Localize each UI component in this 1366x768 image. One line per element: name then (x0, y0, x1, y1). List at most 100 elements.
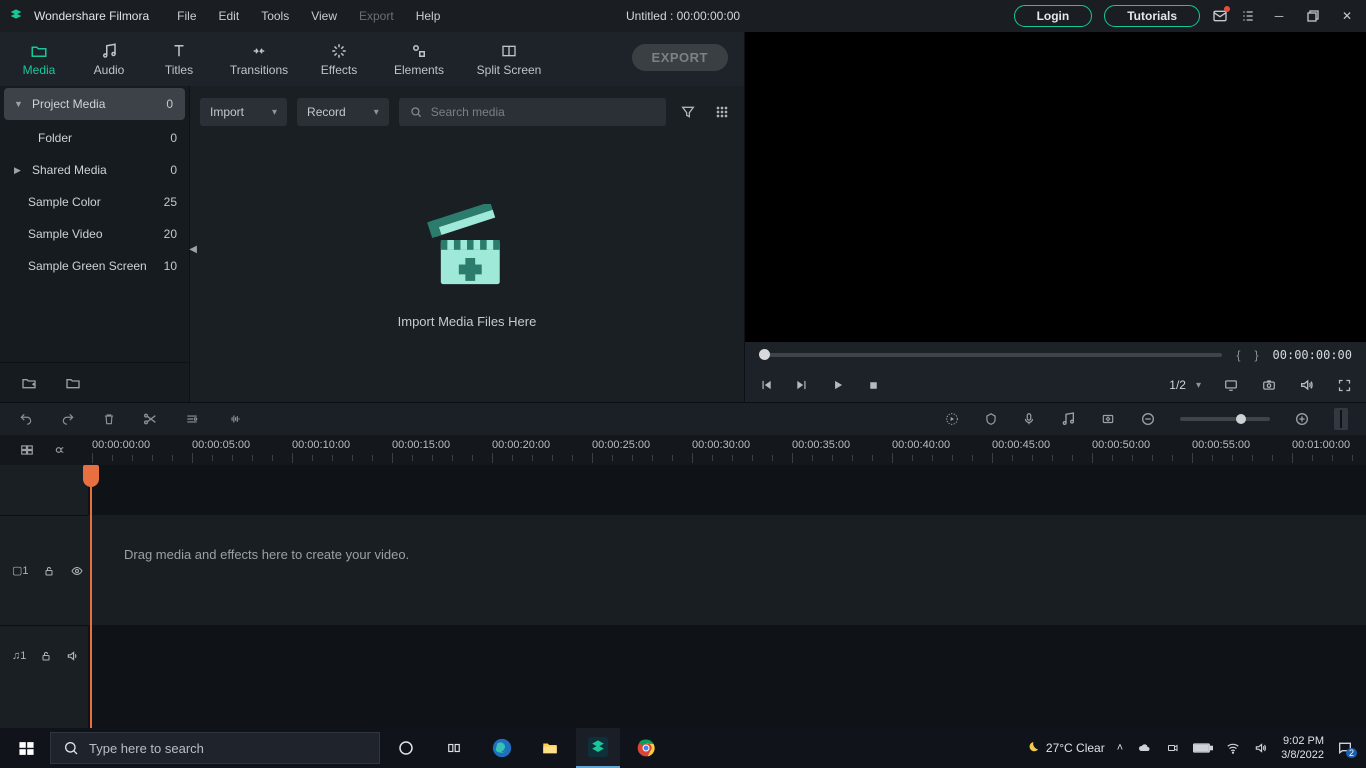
tab-titles[interactable]: Titles (144, 32, 214, 86)
tab-effects[interactable]: Effects (304, 32, 374, 86)
video-preview[interactable] (745, 32, 1366, 342)
tab-split-screen[interactable]: Split Screen (464, 32, 554, 86)
timeline-view-toggle[interactable] (1334, 408, 1348, 430)
preview-quality-dropdown[interactable]: 1/2 ▾ (1169, 378, 1201, 392)
sidebar-item-shared-media[interactable]: ▶ Shared Media 0 (0, 154, 189, 186)
tab-transitions[interactable]: Transitions (214, 32, 304, 86)
video-track-lane[interactable] (88, 515, 1366, 625)
edit-tools-icon[interactable] (184, 412, 200, 426)
taskbar-app-edge[interactable] (480, 728, 524, 768)
fullscreen-icon[interactable] (1337, 378, 1352, 393)
login-button[interactable]: Login (1014, 5, 1093, 27)
taskbar-app-file-explorer[interactable] (528, 728, 572, 768)
playhead-grip[interactable] (83, 465, 99, 487)
undo-icon[interactable] (18, 412, 34, 426)
seek-knob[interactable] (759, 349, 770, 360)
window-maximize[interactable] (1302, 5, 1324, 27)
zoom-out-icon[interactable] (1140, 411, 1156, 427)
tray-clock[interactable]: 9:02 PM 3/8/2022 (1281, 734, 1324, 762)
mark-in-icon[interactable]: { (1236, 348, 1240, 362)
marker-icon[interactable] (984, 411, 998, 427)
audio-track-header[interactable]: ♫1 (0, 625, 88, 685)
auto-ripple-icon[interactable] (53, 443, 69, 457)
menu-view[interactable]: View (303, 5, 345, 27)
media-dropzone[interactable]: Import Media Files Here (190, 130, 744, 402)
lock-icon[interactable] (40, 649, 52, 663)
tasks-icon[interactable] (1240, 8, 1256, 24)
voiceover-mic-icon[interactable] (1022, 411, 1036, 427)
snapshot-icon[interactable] (1261, 378, 1277, 392)
zoom-in-icon[interactable] (1294, 411, 1310, 427)
menu-file[interactable]: File (169, 5, 204, 27)
taskbar-search-input[interactable] (89, 741, 367, 756)
tray-battery-icon[interactable] (1193, 742, 1213, 754)
caret-right-icon: ▶ (14, 165, 26, 176)
mark-out-icon[interactable]: } (1255, 348, 1259, 362)
tray-wifi-icon[interactable] (1225, 741, 1241, 755)
menu-help[interactable]: Help (408, 5, 449, 27)
stop-icon[interactable] (867, 379, 880, 392)
sidebar-item-sample-color[interactable]: Sample Color 25 (0, 186, 189, 218)
new-folder-icon[interactable] (20, 375, 38, 391)
delete-icon[interactable] (102, 411, 116, 427)
filter-icon[interactable] (676, 100, 700, 124)
lock-icon[interactable] (43, 564, 55, 578)
taskbar-app-chrome[interactable] (624, 728, 668, 768)
tab-elements[interactable]: Elements (374, 32, 464, 86)
search-media-input[interactable] (431, 105, 656, 119)
play-icon[interactable] (831, 378, 845, 392)
tray-chevron-up-icon[interactable]: ˄ (1117, 742, 1123, 754)
menu-tools[interactable]: Tools (253, 5, 297, 27)
zoom-knob[interactable] (1236, 414, 1246, 424)
taskbar-app-filmora[interactable] (576, 728, 620, 768)
cortana-icon[interactable] (384, 728, 428, 768)
tutorials-button[interactable]: Tutorials (1104, 5, 1200, 27)
tab-media[interactable]: Media (4, 32, 74, 86)
window-minimize[interactable]: ─ (1268, 5, 1290, 27)
open-folder-icon[interactable] (64, 375, 82, 391)
start-button[interactable] (6, 728, 46, 768)
display-settings-icon[interactable] (1223, 378, 1239, 392)
step-back-icon[interactable] (759, 378, 773, 392)
audio-waveform-icon[interactable] (226, 412, 244, 426)
tray-onedrive-icon[interactable] (1135, 742, 1153, 754)
manage-tracks-icon[interactable] (19, 443, 35, 457)
export-button[interactable]: EXPORT (632, 44, 728, 71)
video-track-header[interactable]: ▢1 (0, 515, 88, 625)
keyframe-icon[interactable] (1100, 412, 1116, 426)
collapse-sidebar-icon[interactable]: ◀ (189, 244, 197, 255)
menu-edit[interactable]: Edit (211, 5, 248, 27)
tab-audio[interactable]: Audio (74, 32, 144, 86)
sidebar-item-folder[interactable]: Folder 0 (0, 122, 189, 154)
ruler-label: 00:00:40:00 (892, 439, 950, 451)
volume-icon[interactable] (1299, 377, 1315, 393)
record-dropdown[interactable]: Record ▾ (297, 98, 389, 126)
window-close[interactable]: ✕ (1336, 5, 1358, 27)
playhead[interactable] (90, 465, 92, 728)
visibility-eye-icon[interactable] (69, 565, 85, 577)
redo-icon[interactable] (60, 412, 76, 426)
sidebar-item-count: 0 (170, 131, 177, 145)
upper-panels: Media Audio Titles Transitions Effects E… (0, 32, 1366, 402)
messages-icon[interactable] (1212, 8, 1228, 24)
time-ruler[interactable]: 00:00:00:0000:00:05:0000:00:10:0000:00:1… (88, 435, 1366, 465)
tray-volume-icon[interactable] (1253, 741, 1269, 755)
track-body[interactable]: Drag media and effects here to create yo… (88, 465, 1366, 728)
sidebar-item-sample-green-screen[interactable]: Sample Green Screen 10 (0, 250, 189, 282)
taskbar-search[interactable] (50, 732, 380, 764)
sidebar-item-project-media[interactable]: ▼ Project Media 0 (4, 88, 185, 120)
tray-meet-now-icon[interactable] (1165, 742, 1181, 754)
audio-mixer-icon[interactable] (1060, 411, 1076, 427)
grid-view-icon[interactable] (710, 100, 734, 124)
seek-slider[interactable] (759, 353, 1222, 357)
task-view-icon[interactable] (432, 728, 476, 768)
step-forward-icon[interactable] (795, 378, 809, 392)
import-dropdown[interactable]: Import ▾ (200, 98, 287, 126)
render-preview-icon[interactable] (944, 411, 960, 427)
zoom-slider[interactable] (1180, 417, 1270, 421)
split-icon[interactable] (142, 411, 158, 427)
mute-speaker-icon[interactable] (66, 649, 80, 663)
weather-widget[interactable]: 27°C Clear (1024, 740, 1105, 756)
sidebar-item-sample-video[interactable]: Sample Video 20 (0, 218, 189, 250)
tray-notifications-icon[interactable]: 2 (1336, 740, 1354, 756)
